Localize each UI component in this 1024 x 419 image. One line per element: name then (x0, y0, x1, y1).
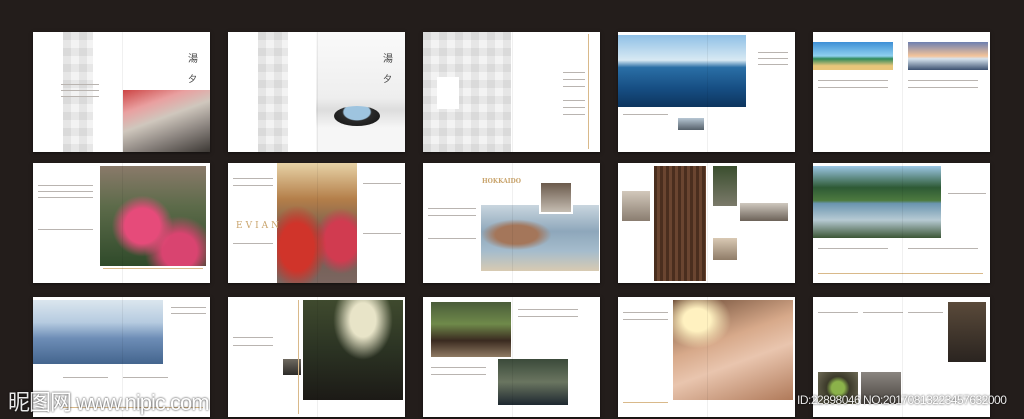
spread-wood (618, 163, 795, 283)
text-line (233, 345, 273, 347)
text-line (758, 52, 788, 54)
text-line (758, 64, 788, 66)
accent-line (298, 300, 299, 414)
accent-line (623, 402, 668, 403)
text-line (818, 248, 888, 250)
text-line (38, 185, 93, 187)
pattern-column (63, 32, 93, 152)
text-line (863, 312, 903, 314)
cover-title-2: 夕 (188, 75, 198, 85)
spread-massage (618, 297, 795, 417)
cover-title-1: 湯 (383, 54, 393, 65)
text-line (518, 316, 578, 318)
contents-label-box (437, 77, 459, 109)
spread-cover-bowl: 湯 夕 (228, 32, 405, 152)
text-line (63, 377, 108, 379)
text-line (563, 79, 585, 81)
pattern-column (258, 32, 288, 152)
pottery-photo (948, 302, 986, 362)
text-line (431, 374, 486, 376)
text-line (233, 337, 273, 339)
stone-bowl (334, 106, 380, 126)
text-line (563, 72, 585, 74)
text-line (563, 100, 585, 102)
spread-ocean (618, 32, 795, 152)
massage-photo (673, 300, 793, 400)
spread-forest (228, 297, 405, 417)
text-line (563, 107, 585, 109)
text-line (623, 114, 668, 116)
text-line (908, 80, 978, 82)
evian-title: EVIAN (236, 221, 282, 231)
text-line (38, 229, 93, 231)
small-photo (678, 118, 704, 130)
snow-monkey-photo (481, 205, 599, 271)
spread-lake (813, 163, 990, 283)
spread-cover-onsen: 湯 夕 (33, 32, 210, 152)
text-line (171, 307, 206, 309)
text-line (948, 193, 986, 195)
text-line (431, 367, 486, 369)
accent-line (818, 273, 983, 274)
spread-landscapes (813, 32, 990, 152)
lake-photo (813, 166, 941, 238)
spread-resort (423, 297, 600, 417)
text-line (171, 313, 206, 315)
text-line (908, 312, 943, 314)
spread-contents (423, 32, 600, 152)
text-line (233, 243, 273, 245)
text-line (818, 80, 888, 82)
text-line (123, 377, 168, 379)
text-line (623, 312, 668, 314)
hokkaido-title: HOKKAIDO (482, 178, 521, 185)
pool-photo (498, 359, 568, 405)
onsen-photo (123, 90, 210, 152)
forest-terrace-photo (303, 300, 403, 400)
ocean-photo (618, 35, 746, 107)
flower-house-photo (100, 166, 206, 266)
text-line (818, 312, 858, 314)
text-line (428, 208, 476, 210)
text-line (363, 183, 401, 185)
garden-photo (713, 166, 737, 206)
steam-photo (740, 203, 788, 221)
text-line (623, 319, 668, 321)
spread-hokkaido: HOKKAIDO (423, 163, 600, 283)
text-line (428, 238, 476, 240)
text-line (61, 90, 99, 92)
text-line (38, 191, 93, 193)
cover-title-1: 湯 (188, 54, 198, 65)
text-line (758, 58, 788, 60)
resort-photo (431, 302, 511, 357)
watermark-site: 昵图网 www.nipic.com (8, 390, 210, 415)
text-line (61, 96, 99, 98)
text-line (363, 233, 401, 235)
text-line (563, 86, 585, 88)
text-line (428, 215, 476, 217)
mountain-photo (33, 300, 163, 364)
beach-photo (813, 42, 893, 70)
inset-photo (539, 181, 573, 214)
text-line (233, 178, 273, 180)
watermark-id: ID:22898046 NO:20170813223457632000 (797, 393, 1007, 407)
text-line (908, 248, 978, 250)
text-line (61, 84, 99, 86)
text-line (818, 87, 888, 89)
evian-street-photo (277, 163, 357, 283)
text-line (908, 87, 978, 89)
text-line (518, 309, 578, 311)
text-line (233, 185, 273, 187)
iceberg-photo (908, 42, 988, 70)
spread-flowers (33, 163, 210, 283)
spread-evian: EVIAN (228, 163, 405, 283)
accent-line (103, 268, 203, 269)
tea-photo (713, 238, 737, 260)
cover-title-2: 夕 (383, 75, 393, 85)
text-line (563, 114, 585, 116)
text-line (38, 197, 93, 199)
spa-photo (622, 191, 650, 221)
divider-line (588, 34, 589, 149)
wood-photo (654, 166, 706, 281)
